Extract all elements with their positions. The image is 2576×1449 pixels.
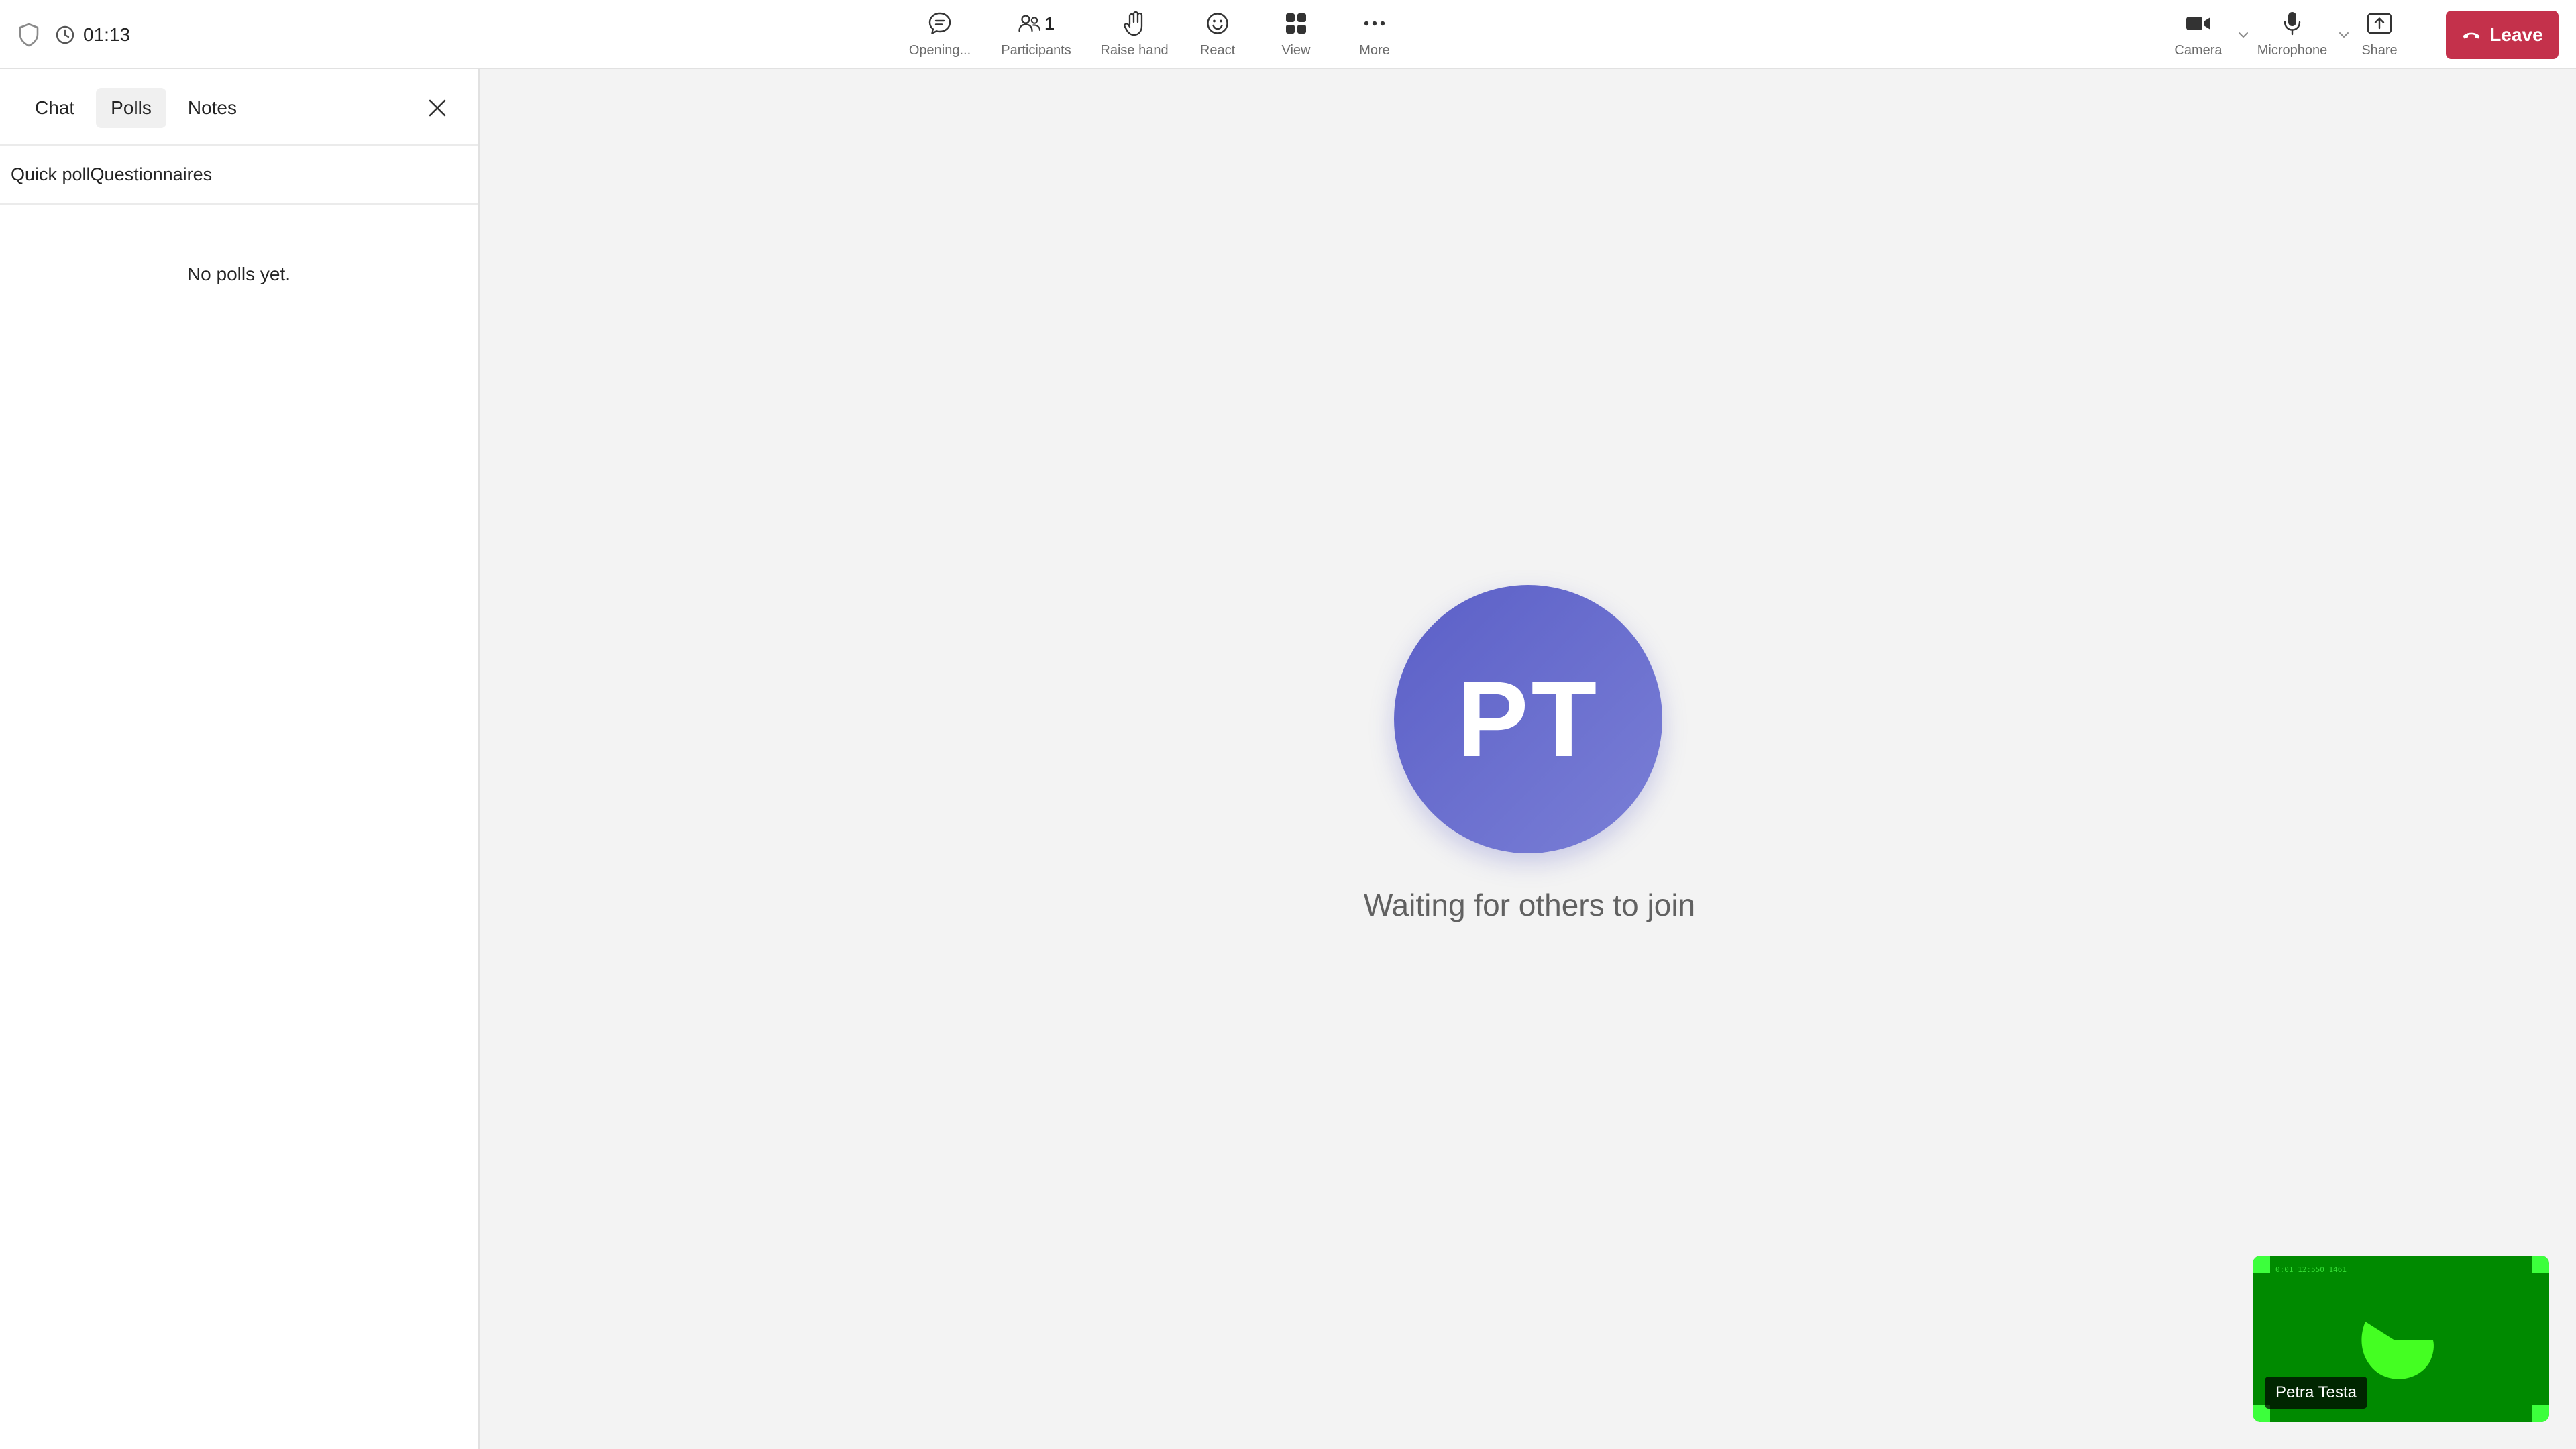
meeting-toolbar: 01:13 Opening... 1 Participants Raise ha… xyxy=(0,0,2576,69)
self-video-tile[interactable]: 0:01 12:550 1461 Petra Testa xyxy=(2253,1256,2549,1422)
view-button[interactable]: View xyxy=(1258,7,1334,64)
leave-button[interactable]: Leave xyxy=(2446,11,2559,59)
participants-icon-group: 1 xyxy=(1018,7,1055,40)
view-button-label: View xyxy=(1281,43,1311,58)
share-button[interactable]: Share xyxy=(2343,7,2416,64)
grid-icon xyxy=(1285,7,1307,40)
questionnaires-button[interactable]: Questionnaires xyxy=(91,164,213,185)
microphone-icon xyxy=(2282,7,2302,40)
empty-polls-message: No polls yet. xyxy=(186,264,291,284)
react-button[interactable]: React xyxy=(1177,7,1258,64)
more-dots-icon xyxy=(1363,7,1386,40)
self-name-tag: Petra Testa xyxy=(2265,1377,2367,1409)
participants-button-label: Participants xyxy=(1001,43,1071,58)
tab-chat[interactable]: Chat xyxy=(20,88,89,128)
more-button[interactable]: More xyxy=(1334,7,1415,64)
people-icon xyxy=(1018,15,1041,32)
close-icon xyxy=(427,98,447,121)
react-button-label: React xyxy=(1199,43,1236,58)
microphone-button-label: Microphone xyxy=(2257,43,2328,58)
camera-button[interactable]: Camera xyxy=(2155,7,2248,64)
meeting-timer: 01:13 xyxy=(55,24,130,46)
raise-hand-button[interactable]: Raise hand xyxy=(1091,7,1177,64)
chat-button[interactable]: Opening... xyxy=(899,7,981,64)
camera-button-label: Camera xyxy=(2174,43,2222,58)
waiting-message: Waiting for others to join xyxy=(1363,888,1696,922)
share-icon xyxy=(2367,7,2392,40)
avatar: PT xyxy=(1394,585,1662,853)
meeting-info: 01:13 xyxy=(17,20,130,50)
share-button-label: Share xyxy=(2361,43,2398,58)
video-corner-marker xyxy=(2532,1256,2549,1273)
participants-button[interactable]: 1 Participants xyxy=(981,7,1091,64)
chat-button-label: Opening... xyxy=(908,43,971,58)
leave-button-label: Leave xyxy=(2489,24,2543,45)
video-test-pattern xyxy=(2361,1322,2434,1379)
microphone-button[interactable]: Microphone xyxy=(2242,7,2349,64)
tab-polls[interactable]: Polls xyxy=(96,88,166,128)
video-timestamp: 0:01 12:550 1461 xyxy=(2275,1265,2347,1274)
polls-panel: Chat Polls Notes Quick poll Questionnaire… xyxy=(0,69,480,1449)
close-panel-button[interactable] xyxy=(421,93,453,125)
panel-tabs: Chat Polls Notes xyxy=(20,88,252,128)
hand-icon xyxy=(1122,7,1146,40)
chat-icon xyxy=(927,7,953,40)
toolbar-center: Opening... 1 Participants Raise hand Rea… xyxy=(899,7,1415,64)
phone-hangup-icon xyxy=(2461,24,2481,46)
camera-icon xyxy=(2185,7,2212,40)
shield-icon[interactable] xyxy=(17,22,40,48)
quick-poll-button[interactable]: Quick poll xyxy=(11,164,91,185)
more-button-label: More xyxy=(1359,43,1390,58)
poll-type-toolbar: Quick poll Questionnaires xyxy=(0,144,478,205)
raise-hand-button-label: Raise hand xyxy=(1100,43,1169,58)
clock-icon xyxy=(55,25,75,45)
tab-notes[interactable]: Notes xyxy=(173,88,252,128)
smiley-icon xyxy=(1205,7,1230,40)
timer-text: 01:13 xyxy=(83,24,131,45)
video-corner-marker xyxy=(2532,1405,2549,1422)
participant-count: 1 xyxy=(1044,13,1055,34)
toolbar-right: Camera Microphone Share Leave xyxy=(2155,7,2559,64)
video-corner-marker xyxy=(2253,1256,2270,1273)
